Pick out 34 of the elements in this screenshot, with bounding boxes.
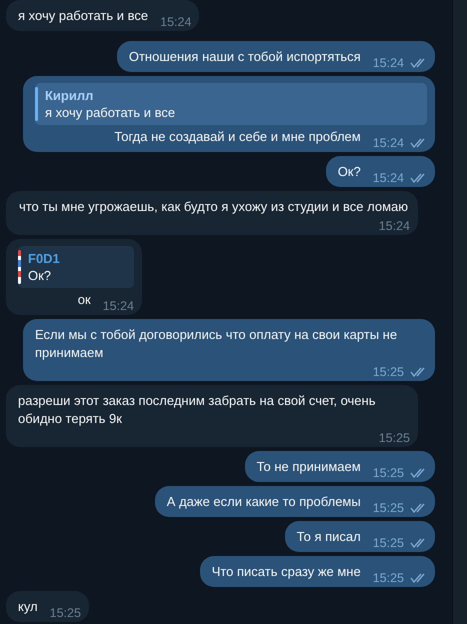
message-time: 15:24 (372, 170, 404, 186)
message-time: 15:25 (378, 430, 410, 446)
quote-bar (18, 250, 21, 284)
message-time: 15:25 (372, 570, 404, 586)
message-time: 15:25 (372, 500, 404, 516)
message-text: Ок? (338, 163, 361, 181)
message-text: я хочу работать и все (18, 7, 148, 25)
quote-text: Ок? (28, 267, 52, 284)
message-text: А даже если какие то проблемы (166, 493, 361, 511)
message-text: То не принимаем (256, 458, 361, 476)
message-text: разреши этот заказ последним забрать на свой счет, очень обидно терять 9к (18, 392, 376, 428)
message-text: кул (18, 598, 38, 616)
quote-text: я хочу работать и все (45, 104, 176, 121)
quote-bar (35, 87, 38, 121)
message-time: 15:24 (372, 55, 404, 71)
message-time: 15:25 (372, 465, 404, 481)
message-text: Тогда не создавай и себе и мне проблем (114, 128, 361, 146)
message-text: что ты мне угрожаешь, как будто я ухожу из студии и все ломаю (18, 198, 408, 216)
quote-author: Кирилл (45, 87, 94, 104)
message-time: 15:24 (160, 14, 192, 30)
message-time: 15:24 (378, 218, 410, 234)
message-text: Если мы с тобой договорились что оплату на свои карты не принимаем (35, 326, 398, 362)
message-time: 15:24 (102, 298, 134, 314)
message-time: 15:25 (372, 535, 404, 551)
reply-quote[interactable]: Кирилл я хочу работать и все (35, 83, 427, 125)
message-time: 15:25 (50, 605, 81, 621)
message-text: Отношения наши с тобой испортяться (128, 48, 361, 66)
reply-quote[interactable]: F0D1 Ок? (18, 246, 134, 288)
message-text: То я писал (296, 528, 361, 546)
message-time: 15:25 (372, 364, 404, 380)
message-time: 15:24 (372, 135, 404, 151)
message-text: Что писать сразу же мне (212, 563, 361, 581)
quote-author: F0D1 (28, 250, 60, 267)
message-text: ок (78, 291, 91, 309)
